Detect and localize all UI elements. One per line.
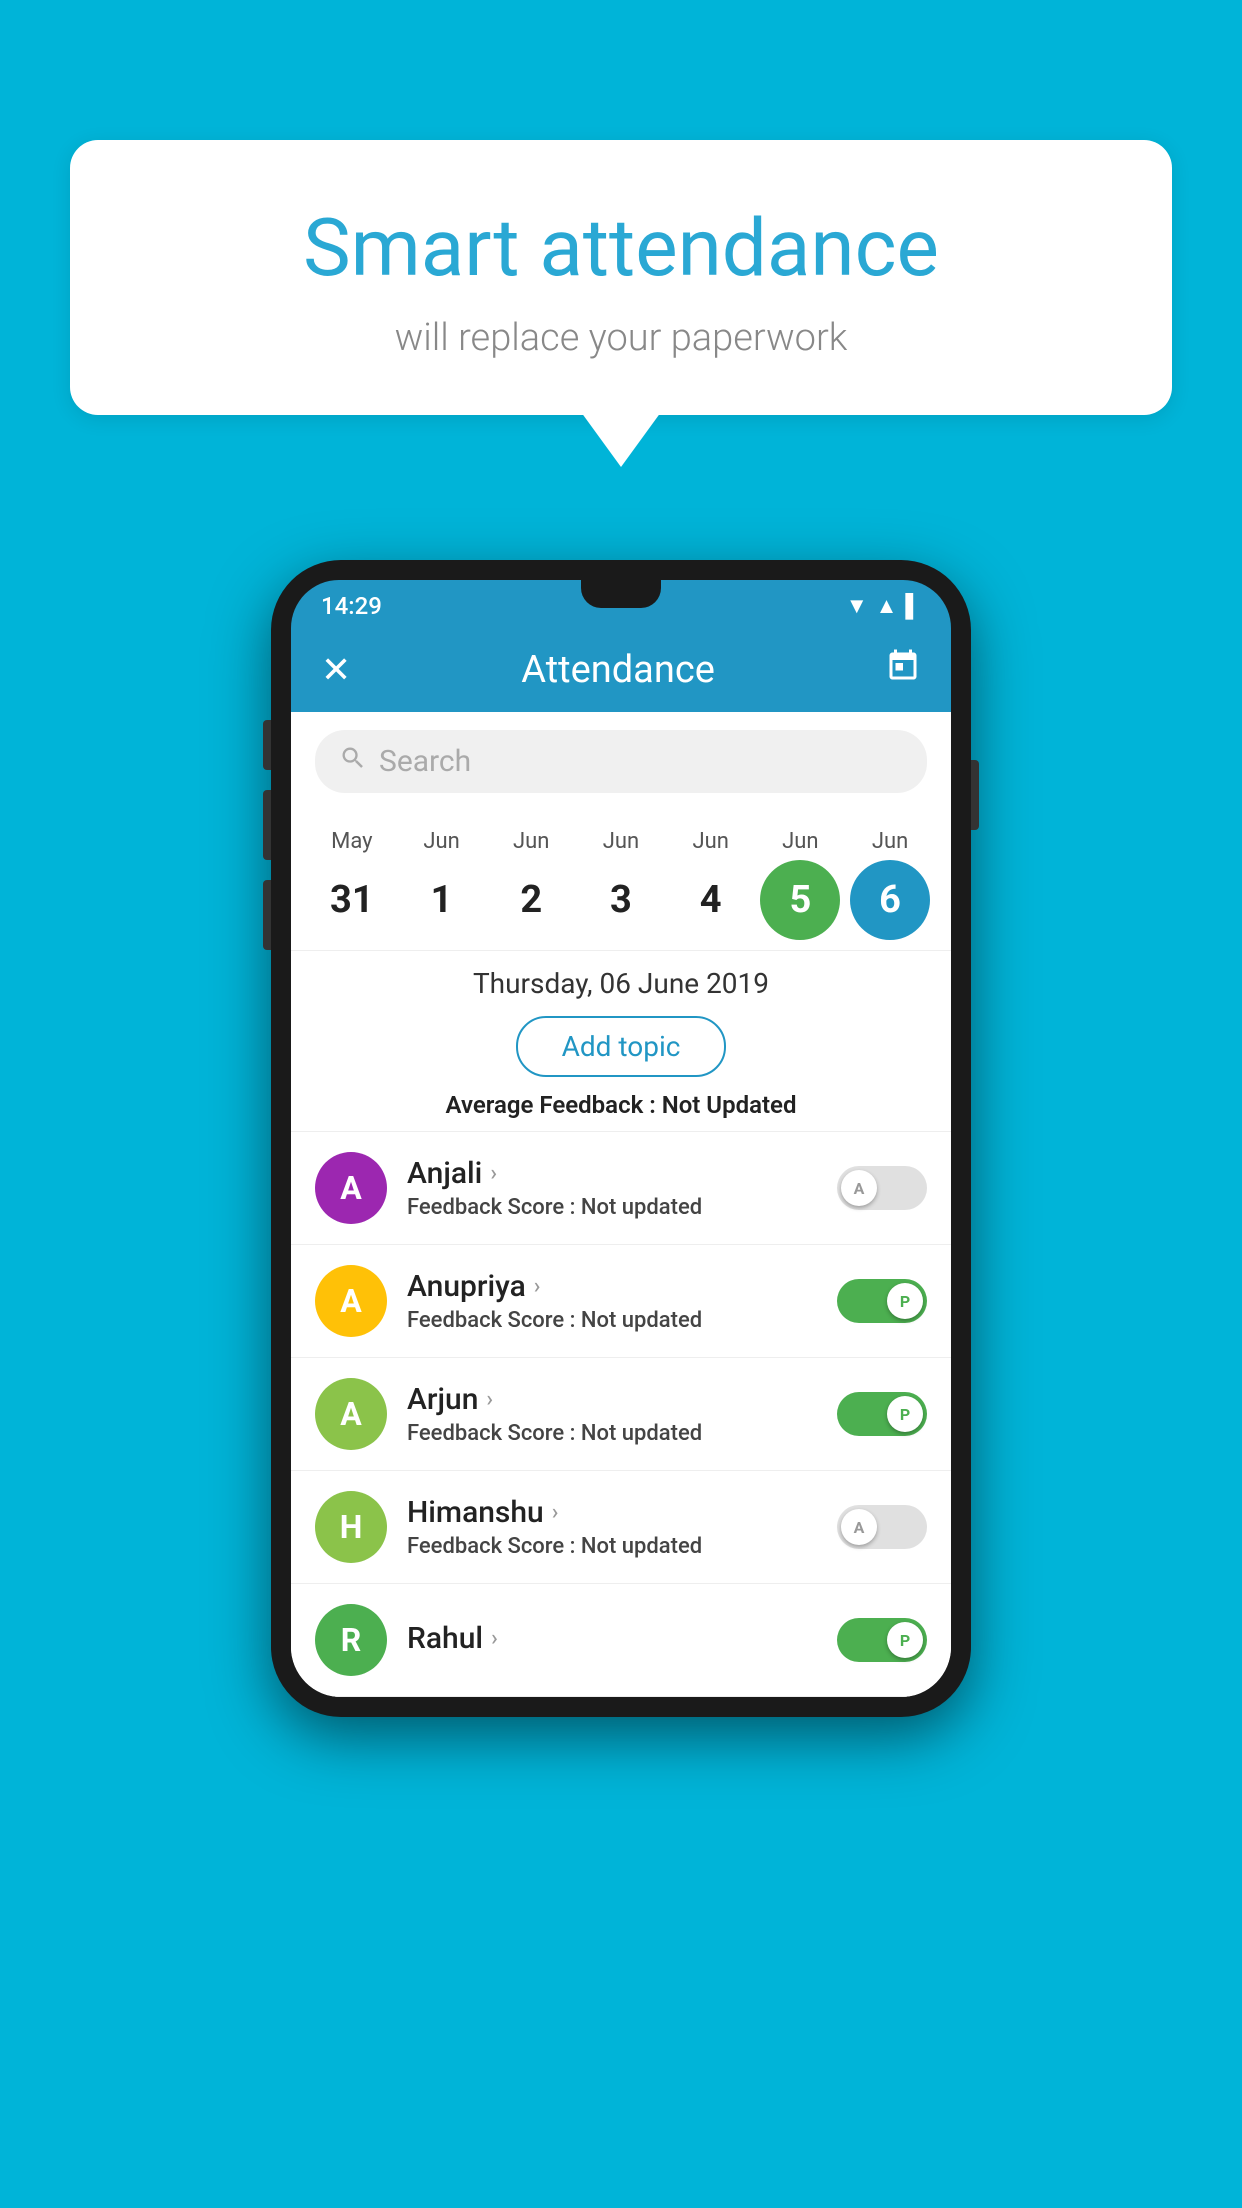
toggle-off-anjali[interactable]: A [837, 1166, 927, 1210]
speech-bubble: Smart attendance will replace your paper… [70, 140, 1172, 415]
toggle-anjali[interactable]: A [837, 1166, 927, 1210]
search-container: Search [291, 712, 951, 811]
date-3[interactable]: 3 [581, 860, 661, 940]
wifi-icon: ▼ [846, 593, 868, 619]
student-item-himanshu[interactable]: H Himanshu › Feedback Score : Not update… [291, 1470, 951, 1583]
student-name-arjun: Arjun › [407, 1382, 817, 1417]
month-label-2: Jun [491, 829, 571, 854]
screen-title: Attendance [521, 648, 715, 692]
add-topic-button[interactable]: Add topic [516, 1016, 727, 1077]
date-1[interactable]: 1 [402, 860, 482, 940]
student-name-anjali: Anjali › [407, 1156, 817, 1191]
calendar-icon[interactable] [885, 648, 921, 692]
avatar-anupriya: A [315, 1265, 387, 1337]
toggle-off-himanshu[interactable]: A [837, 1505, 927, 1549]
toggle-arjun[interactable]: P [837, 1392, 927, 1436]
student-item-anjali[interactable]: A Anjali › Feedback Score : Not updated [291, 1131, 951, 1244]
feedback-anupriya: Feedback Score : Not updated [407, 1308, 817, 1333]
toggle-knob-arjun: P [887, 1396, 923, 1432]
student-info-himanshu: Himanshu › Feedback Score : Not updated [407, 1495, 817, 1559]
calendar-strip: May Jun Jun Jun Jun Jun Jun 31 1 2 3 4 5… [291, 811, 951, 950]
bubble-subtitle: will replace your paperwork [130, 316, 1112, 360]
status-icons: ▼ ▲ ▌ [846, 593, 921, 619]
date-2[interactable]: 2 [491, 860, 571, 940]
search-icon [339, 744, 367, 779]
avatar-anjali: A [315, 1152, 387, 1224]
month-label-1: Jun [402, 829, 482, 854]
chevron-arjun: › [486, 1387, 493, 1412]
date-6-selected[interactable]: 6 [850, 860, 930, 940]
student-info-arjun: Arjun › Feedback Score : Not updated [407, 1382, 817, 1446]
avatar-rahul: R [315, 1604, 387, 1676]
silent-button [263, 880, 271, 950]
toggle-knob-himanshu: A [841, 1509, 877, 1545]
date-info-section: Thursday, 06 June 2019 Add topic Average… [291, 950, 951, 1131]
date-5-today[interactable]: 5 [760, 860, 840, 940]
phone-notch [581, 580, 661, 608]
avatar-himanshu: H [315, 1491, 387, 1563]
student-info-anjali: Anjali › Feedback Score : Not updated [407, 1156, 817, 1220]
student-info-rahul: Rahul › [407, 1621, 817, 1660]
toggle-knob-rahul: P [887, 1622, 923, 1658]
phone-container: 14:29 ▼ ▲ ▌ ✕ Attendance [70, 560, 1172, 1717]
month-row: May Jun Jun Jun Jun Jun Jun [307, 829, 935, 854]
feedback-anjali: Feedback Score : Not updated [407, 1195, 817, 1220]
close-button[interactable]: ✕ [321, 649, 351, 691]
app-header: ✕ Attendance [291, 628, 951, 712]
toggle-anupriya[interactable]: P [837, 1279, 927, 1323]
student-item-arjun[interactable]: A Arjun › Feedback Score : Not updated [291, 1357, 951, 1470]
date-4[interactable]: 4 [671, 860, 751, 940]
selected-date-text: Thursday, 06 June 2019 [311, 967, 931, 1000]
search-placeholder: Search [379, 744, 471, 779]
volume-up-button [263, 720, 271, 770]
feedback-himanshu: Feedback Score : Not updated [407, 1534, 817, 1559]
student-item-rahul[interactable]: R Rahul › P [291, 1583, 951, 1697]
date-31[interactable]: 31 [312, 860, 392, 940]
month-label-4: Jun [671, 829, 751, 854]
student-name-himanshu: Himanshu › [407, 1495, 817, 1530]
phone: 14:29 ▼ ▲ ▌ ✕ Attendance [271, 560, 971, 1717]
toggle-himanshu[interactable]: A [837, 1505, 927, 1549]
avg-feedback: Average Feedback : Not Updated [311, 1091, 931, 1119]
student-name-rahul: Rahul › [407, 1621, 817, 1656]
date-row: 31 1 2 3 4 5 6 [307, 860, 935, 940]
chevron-himanshu: › [552, 1500, 559, 1525]
avatar-arjun: A [315, 1378, 387, 1450]
toggle-knob-anupriya: P [887, 1283, 923, 1319]
toggle-on-anupriya[interactable]: P [837, 1279, 927, 1323]
avg-feedback-value: Not Updated [662, 1091, 797, 1119]
month-label-3: Jun [581, 829, 661, 854]
student-list: A Anjali › Feedback Score : Not updated [291, 1131, 951, 1697]
chevron-rahul: › [491, 1626, 498, 1651]
chevron-anjali: › [490, 1161, 497, 1186]
feedback-arjun: Feedback Score : Not updated [407, 1421, 817, 1446]
student-info-anupriya: Anupriya › Feedback Score : Not updated [407, 1269, 817, 1333]
month-label-6: Jun [850, 829, 930, 854]
battery-icon: ▌ [905, 593, 921, 619]
bubble-title: Smart attendance [130, 200, 1112, 296]
student-name-anupriya: Anupriya › [407, 1269, 817, 1304]
toggle-rahul[interactable]: P [837, 1618, 927, 1662]
month-label-5: Jun [760, 829, 840, 854]
student-item-anupriya[interactable]: A Anupriya › Feedback Score : Not update… [291, 1244, 951, 1357]
signal-icon: ▲ [876, 593, 898, 619]
search-bar[interactable]: Search [315, 730, 927, 793]
toggle-knob-anjali: A [841, 1170, 877, 1206]
power-button [971, 760, 979, 830]
toggle-on-arjun[interactable]: P [837, 1392, 927, 1436]
chevron-anupriya: › [534, 1274, 541, 1299]
avg-feedback-label: Average Feedback : [446, 1091, 656, 1119]
status-time: 14:29 [321, 592, 382, 620]
month-label-0: May [312, 829, 392, 854]
speech-bubble-container: Smart attendance will replace your paper… [70, 140, 1172, 415]
phone-screen: ✕ Attendance Search [291, 628, 951, 1697]
toggle-on-rahul[interactable]: P [837, 1618, 927, 1662]
volume-down-button [263, 790, 271, 860]
